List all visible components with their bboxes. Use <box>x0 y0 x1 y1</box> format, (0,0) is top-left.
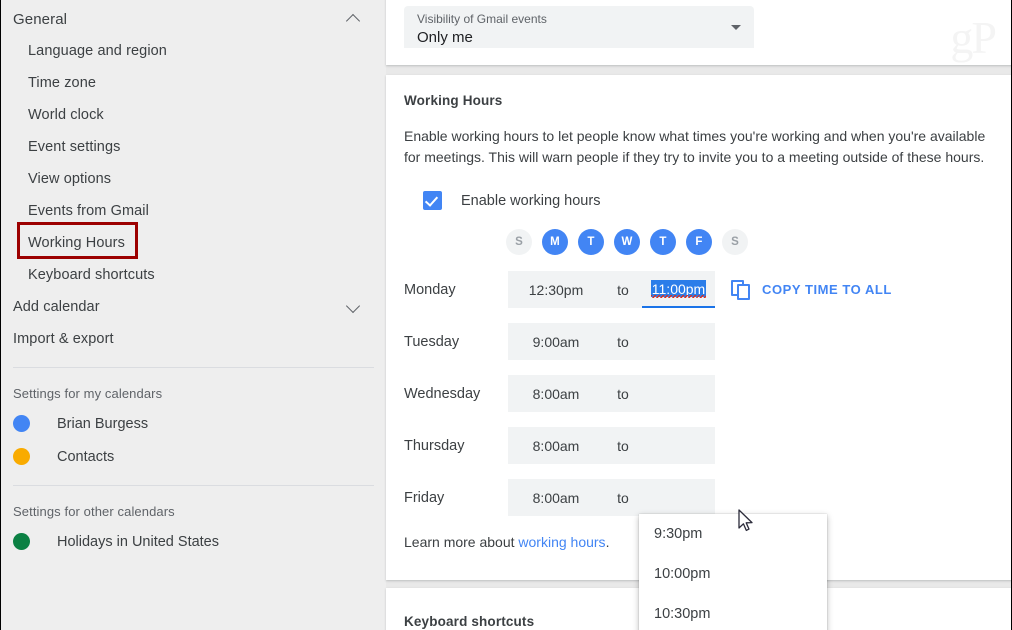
site-watermark: gP <box>950 12 997 63</box>
enable-working-hours-label: Enable working hours <box>461 192 601 209</box>
calendar-label: Contacts <box>57 448 115 465</box>
working-hours-rows: Monday 12:30pm to 11:00pm COPY TIME TO A… <box>386 271 1011 630</box>
sidebar-item-view-options[interactable]: View options <box>1 163 386 195</box>
working-hours-card: Working Hours Enable working hours to le… <box>386 75 1011 630</box>
start-time-input-friday[interactable]: 8:00am <box>508 479 604 516</box>
end-time-input-monday[interactable]: 11:00pm <box>642 271 715 308</box>
day-toggle-sunday[interactable]: S <box>506 229 532 255</box>
working-hours-row-friday: Friday 8:00am to <box>386 479 1011 516</box>
working-hours-row-tuesday: Tuesday 9:00am to <box>386 323 1011 360</box>
working-hours-description: Enable working hours to let people know … <box>404 128 986 165</box>
row-day-label: Wednesday <box>404 385 481 402</box>
start-time-input-tuesday[interactable]: 9:00am <box>508 323 604 360</box>
learn-more-suffix: . <box>605 534 610 550</box>
working-hours-link[interactable]: working hours <box>518 534 605 550</box>
gmail-visibility-select[interactable]: Visibility of Gmail events Only me <box>404 6 754 48</box>
row-day-label: Tuesday <box>404 333 460 350</box>
dropdown-scrollbar[interactable] <box>819 514 827 630</box>
sidebar-item-language-and-region[interactable]: Language and region <box>1 35 386 67</box>
calendar-label: Holidays in United States <box>57 533 219 550</box>
sidebar-item-label: Event settings <box>28 139 121 155</box>
sidebar-calendar-contacts[interactable]: Contacts <box>1 440 386 473</box>
enable-working-hours-checkbox[interactable] <box>423 191 442 210</box>
sidebar-item-label: Keyboard shortcuts <box>28 267 155 283</box>
sidebar-item-label: Import & export <box>13 331 114 347</box>
end-time-input-thursday[interactable] <box>642 427 715 464</box>
sidebar-calendar-brian-burgess[interactable]: Brian Burgess <box>1 407 386 440</box>
row-to-label: to <box>604 427 642 464</box>
gmail-visibility-value: Only me <box>417 29 473 46</box>
end-time-input-friday[interactable] <box>642 479 715 516</box>
sidebar-item-keyboard-shortcuts[interactable]: Keyboard shortcuts <box>1 259 386 291</box>
day-toggle-saturday[interactable]: S <box>722 229 748 255</box>
row-to-label: to <box>604 479 642 516</box>
row-to-label: to <box>604 271 642 308</box>
row-day-label: Thursday <box>404 437 465 454</box>
calendar-color-dot <box>13 448 30 465</box>
sidebar-item-add-calendar[interactable]: Add calendar <box>1 291 386 323</box>
sidebar-item-events-from-gmail[interactable]: Events from Gmail <box>1 195 386 227</box>
gmail-events-card: Visibility of Gmail events Only me gP <box>386 0 1011 65</box>
enable-working-hours-row[interactable]: Enable working hours <box>386 191 1011 210</box>
working-hours-title: Working Hours <box>404 93 503 108</box>
working-hours-row-wednesday: Wednesday 8:00am to <box>386 375 1011 412</box>
dropdown-option-10-00pm[interactable]: 10:00pm <box>639 554 827 594</box>
day-toggle-thursday[interactable]: T <box>650 229 676 255</box>
copy-time-to-all-button[interactable]: COPY TIME TO ALL <box>731 279 892 301</box>
day-toggle-wednesday[interactable]: W <box>614 229 640 255</box>
sidebar-item-label: Language and region <box>28 43 167 59</box>
chevron-up-icon[interactable] <box>346 11 362 27</box>
sidebar-item-label: Time zone <box>28 75 97 91</box>
row-day-label: Monday <box>404 281 456 298</box>
calendar-label: Brian Burgess <box>57 415 149 432</box>
sidebar-item-label: Events from Gmail <box>28 203 149 219</box>
triangle-down-icon[interactable] <box>731 25 741 30</box>
start-time-input-wednesday[interactable]: 8:00am <box>508 375 604 412</box>
end-time-input-tuesday[interactable] <box>642 323 715 360</box>
day-toggle-group: S M T W T F S <box>386 229 1011 255</box>
working-hours-row-monday: Monday 12:30pm to 11:00pm COPY TIME TO A… <box>386 271 1011 308</box>
calendar-color-dot <box>13 533 30 550</box>
sidebar-item-label: World clock <box>28 107 104 123</box>
row-to-label: to <box>604 375 642 412</box>
settings-screen: General Language and region Time zone Wo… <box>0 0 1012 630</box>
sidebar-item-time-zone[interactable]: Time zone <box>1 67 386 99</box>
day-toggle-monday[interactable]: M <box>542 229 568 255</box>
working-hours-row-thursday: Thursday 8:00am to <box>386 427 1011 464</box>
sidebar-item-event-settings[interactable]: Event settings <box>1 131 386 163</box>
sidebar-my-calendars-label: Settings for my calendars <box>13 386 163 401</box>
learn-more-prefix: Learn more about <box>404 534 519 550</box>
sidebar-group-general[interactable]: General <box>1 3 386 35</box>
sidebar-group-title: General <box>13 10 68 28</box>
calendar-color-dot <box>13 415 30 432</box>
row-to-label: to <box>604 323 642 360</box>
settings-sidebar: General Language and region Time zone Wo… <box>1 0 386 630</box>
copy-time-to-all-label: COPY TIME TO ALL <box>762 282 892 297</box>
row-day-label: Friday <box>404 489 445 506</box>
settings-content: Visibility of Gmail events Only me gP Wo… <box>386 0 1011 630</box>
sidebar-item-label: Working Hours <box>28 235 125 251</box>
sidebar-item-label: Add calendar <box>13 299 100 315</box>
sidebar-other-calendars-label: Settings for other calendars <box>13 504 175 519</box>
dropdown-option-9-30pm[interactable]: 9:30pm <box>639 514 827 554</box>
end-time-selected-text: 11:00pm <box>650 280 707 298</box>
start-time-input-monday[interactable]: 12:30pm <box>508 271 604 308</box>
end-time-dropdown-menu[interactable]: 9:30pm 10:00pm 10:30pm 11:00pm 11:30pm <box>639 514 827 630</box>
copy-icon <box>731 279 753 301</box>
sidebar-calendar-holidays-in-united-states[interactable]: Holidays in United States <box>1 525 386 558</box>
day-toggle-tuesday[interactable]: T <box>578 229 604 255</box>
sidebar-item-working-hours[interactable]: Working Hours <box>1 227 386 259</box>
day-toggle-friday[interactable]: F <box>686 229 712 255</box>
gmail-visibility-label: Visibility of Gmail events <box>417 12 547 26</box>
sidebar-item-label: View options <box>28 171 112 187</box>
sidebar-item-world-clock[interactable]: World clock <box>1 99 386 131</box>
end-time-input-wednesday[interactable] <box>642 375 715 412</box>
dropdown-option-10-30pm[interactable]: 10:30pm <box>639 594 827 630</box>
sidebar-item-import-export[interactable]: Import & export <box>1 323 386 355</box>
chevron-down-icon[interactable] <box>346 299 362 315</box>
start-time-input-thursday[interactable]: 8:00am <box>508 427 604 464</box>
